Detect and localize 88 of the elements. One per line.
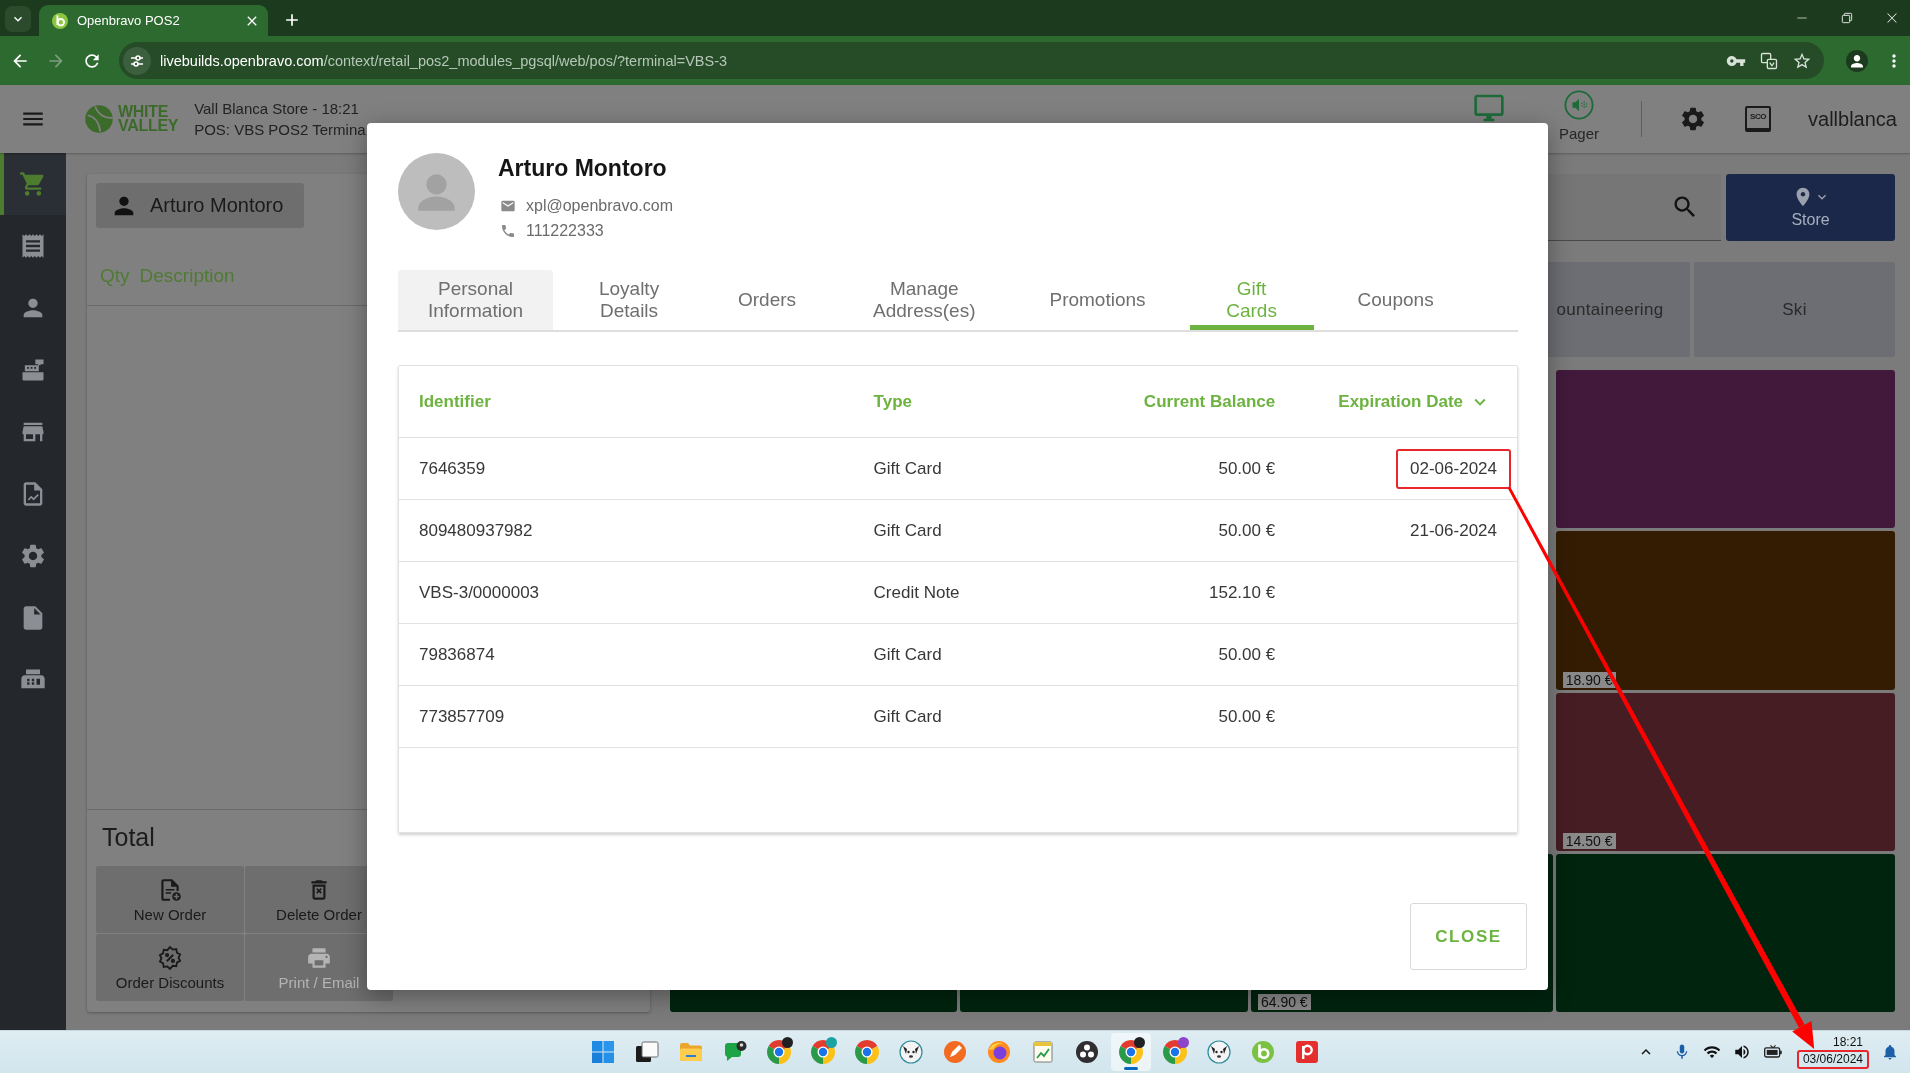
volume-icon[interactable] [1732,1043,1751,1061]
price-label: 14.50 € [1562,832,1616,849]
table-cell: VBS-3/0000003 [419,582,540,603]
table-cell: 152.10 € [1209,582,1276,603]
tab[interactable]: Loyalty Details [567,270,692,330]
column-header[interactable]: Expiration Date [1338,391,1463,412]
taskbar-button[interactable] [1111,1033,1151,1071]
table-cell: Gift Card [873,520,942,541]
logo-text: WHITE VALLEY [118,105,179,133]
tab[interactable]: Personal Information [398,270,554,330]
table-cell: 50.00 € [1218,458,1276,479]
table-cell: 50.00 € [1218,520,1276,541]
product-tile[interactable] [1555,370,1895,529]
store-text: Vall Blanca Store - 18:21 [194,99,360,119]
new-order-button[interactable]: New Order [96,866,244,933]
tab[interactable]: Promotions [1019,270,1176,330]
column-header[interactable]: Identifier [419,391,491,412]
speaker-icon [1564,90,1595,120]
table-cell: Gift Card [873,706,942,727]
browser-icon [855,1040,879,1064]
table-cell: 809480937982 [419,520,533,541]
tab-search-button[interactable] [5,6,31,32]
column-header: Qty [100,265,130,287]
bell-icon[interactable] [1881,1043,1899,1061]
product-tile[interactable]: 14.50 € [1555,692,1895,851]
column-header: Description [139,265,235,287]
tab[interactable]: Orders [705,270,830,330]
folder-icon [679,1040,703,1064]
start-icon [591,1040,615,1064]
translate-icon[interactable] [1759,50,1779,71]
monitor-icon[interactable] [1471,92,1507,124]
avatar-icon [398,153,475,230]
stacked-squares-icon [635,1040,659,1064]
table-cell: 773857709 [419,706,505,727]
app-logo-icon [1251,1040,1275,1064]
three-dots-circle-icon [1075,1040,1099,1064]
phone-text: 111222333 [526,221,604,240]
table-cell: 50.00 € [1218,644,1276,665]
table-cell: 7646359 [419,458,486,479]
product-tile[interactable] [1555,853,1895,1012]
tab[interactable]: Coupons [1327,270,1464,330]
app-logo-icon [52,12,68,29]
terminal-text: POS: VBS POS2 Termina [194,120,366,140]
column-header[interactable]: Current Balance [1143,391,1276,412]
browser-tab[interactable]: Openbravo POS2 [39,5,268,36]
url-text[interactable]: livebuilds.openbravo.com/context/retail_pos2_modules_pgsql/web/pos/?terminal=VBS-3 [160,52,728,69]
app-logo-icon [1295,1040,1319,1064]
sidebar-button[interactable] [0,153,66,215]
round-app-icon [987,1040,1011,1064]
customer-button[interactable]: Arturo Montoro [96,183,304,228]
sco-button[interactable]: SCO [1745,106,1772,132]
chat-bubble-icon [723,1040,747,1064]
table-cell: 21-06-2024 [1410,520,1497,541]
wifi-icon[interactable] [1702,1043,1721,1061]
pager-button[interactable]: Pager [1559,85,1600,142]
table-cell: 02-06-2024 [1410,458,1497,478]
address-bar[interactable]: livebuilds.openbravo.com/context/retail_pos2_modules_pgsql/web/pos/?terminal=VBS-3 [119,42,1824,79]
tab-title[interactable]: Openbravo POS2 [77,13,235,28]
percent-badge-icon [157,944,183,971]
animal-face-icon [1207,1040,1231,1064]
tab[interactable]: Gift Cards [1189,270,1314,330]
close-button[interactable]: CLOSE [1410,903,1527,970]
phone-icon [500,222,516,239]
restore-icon[interactable] [1839,10,1855,26]
category-button[interactable]: Ski [1694,262,1895,357]
column-header[interactable]: Type [873,391,912,412]
user-name[interactable]: vallblanca [1808,107,1910,131]
tab[interactable]: Manage Address(es) [843,270,1006,330]
time-text[interactable]: 18:21 [1832,1035,1869,1050]
discounts-button[interactable]: Order Discounts [96,934,244,1001]
date-text[interactable]: 03/06/2024 [1802,1052,1863,1066]
pen-icon [943,1040,967,1064]
gear-icon [19,542,47,570]
table-cell: 79836874 [419,644,495,665]
customer-name: Arturo Montoro [498,154,668,183]
tune-icon[interactable] [123,46,151,75]
animal-face-icon [899,1040,923,1064]
table-cell: Gift Card [873,644,942,665]
price-label: 64.90 € [1257,994,1311,1010]
account-icon[interactable] [1846,49,1868,72]
table-cell: 50.00 € [1218,706,1276,727]
chart-notepad-icon [1031,1040,1055,1064]
logo-icon [84,104,114,134]
email-text: xpl@openbravo.com [526,196,673,215]
table-cell: Credit Note [873,582,960,603]
table-cell: Gift Card [873,458,942,479]
store-button[interactable]: Store [1726,174,1895,241]
total-label: Total [102,823,155,852]
